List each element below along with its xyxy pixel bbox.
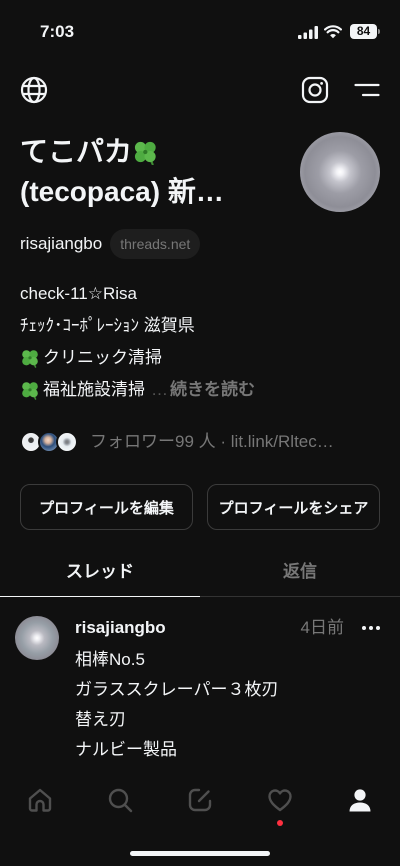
share-profile-button[interactable]: プロフィールをシェア <box>207 484 380 530</box>
compose-icon <box>186 786 214 814</box>
clover-icon <box>132 139 159 166</box>
battery-nub <box>378 29 380 34</box>
status-time: 7:03 <box>40 22 75 41</box>
nav-home[interactable] <box>0 786 80 814</box>
bio-ellipsis: … <box>151 380 168 399</box>
post-text-line: ナルビー製品 <box>75 740 177 759</box>
post-avatar[interactable] <box>15 616 59 660</box>
globe-icon[interactable] <box>20 76 48 104</box>
profile-name-text: てこパカ <box>20 136 133 167</box>
heart-icon <box>266 786 294 814</box>
notification-dot <box>277 820 283 826</box>
clover-icon <box>20 348 40 368</box>
nav-activity[interactable] <box>240 786 320 814</box>
post-text-line: 相棒No.5 <box>75 650 145 669</box>
profile-name-line-2: (tecopaca) 新… <box>20 176 224 207</box>
profile-tabs: スレッド 返信 <box>0 548 400 597</box>
tab-replies[interactable]: 返信 <box>200 548 400 596</box>
post-body[interactable]: 相棒No.5 ガラススクレーパー３枚刃 替え刃 ナルビー製品 <box>75 645 375 765</box>
profile-name-line-1: てこパカ <box>20 132 292 172</box>
followers-row[interactable]: フォロワー99 人 · lit.link/Rltec… <box>20 430 380 454</box>
follower-avatar <box>56 431 78 453</box>
profile-username: risajiangbo <box>20 234 103 253</box>
profile-avatar[interactable] <box>300 132 380 212</box>
profile-bio: check-11☆Risa ﾁｪｯｸ･ｺｰﾎﾟﾚｰｼｮﾝ 滋賀県 クリニック清掃 <box>20 278 380 406</box>
instagram-icon[interactable] <box>301 76 329 104</box>
profile-icon <box>346 786 374 814</box>
post-text-line: ガラススクレーパー３枚刃 <box>75 680 279 699</box>
post-username[interactable]: risajiangbo <box>75 616 166 640</box>
followers-separator: · <box>220 432 227 451</box>
more-icon[interactable] <box>361 622 381 634</box>
bio-line: ﾁｪｯｸ･ｺｰﾎﾟﾚｰｼｮﾝ 滋賀県 <box>20 316 195 335</box>
search-icon <box>106 786 134 814</box>
post-text-line: 替え刃 <box>75 710 126 729</box>
home-icon <box>26 786 54 814</box>
home-indicator[interactable] <box>130 851 270 856</box>
followers-text: フォロワー99 人 · lit.link/Rltec… <box>90 430 334 454</box>
threads-net-badge[interactable]: threads.net <box>110 229 201 259</box>
tab-threads[interactable]: スレッド <box>0 548 200 597</box>
menu-icon[interactable] <box>354 80 380 100</box>
nav-profile[interactable] <box>320 786 400 814</box>
nav-compose[interactable] <box>160 786 240 814</box>
username-row: risajiangbo threads.net <box>20 229 201 259</box>
followers-count[interactable]: フォロワー99 人 <box>90 432 216 451</box>
battery-icon: 84 <box>350 24 377 39</box>
edit-profile-button[interactable]: プロフィールを編集 <box>20 484 193 530</box>
signal-icon <box>298 26 318 39</box>
nav-search[interactable] <box>80 786 160 814</box>
profile-link[interactable]: lit.link/Rltec… <box>231 432 334 451</box>
bio-line-text: 福祉施設清掃 <box>43 380 145 399</box>
wifi-icon <box>324 25 342 39</box>
clover-icon <box>20 380 40 400</box>
bio-line: クリニック清掃 <box>20 342 380 374</box>
post-timestamp: 4日前 <box>300 618 344 637</box>
bio-line: check-11☆Risa <box>20 284 137 303</box>
bio-line-text: クリニック清掃 <box>43 348 162 367</box>
bio-line: 福祉施設清掃 … 続きを読む <box>20 374 380 406</box>
profile-name: てこパカ (tecopaca) 新… <box>20 132 292 212</box>
read-more-link[interactable]: 続きを読む <box>170 374 255 406</box>
